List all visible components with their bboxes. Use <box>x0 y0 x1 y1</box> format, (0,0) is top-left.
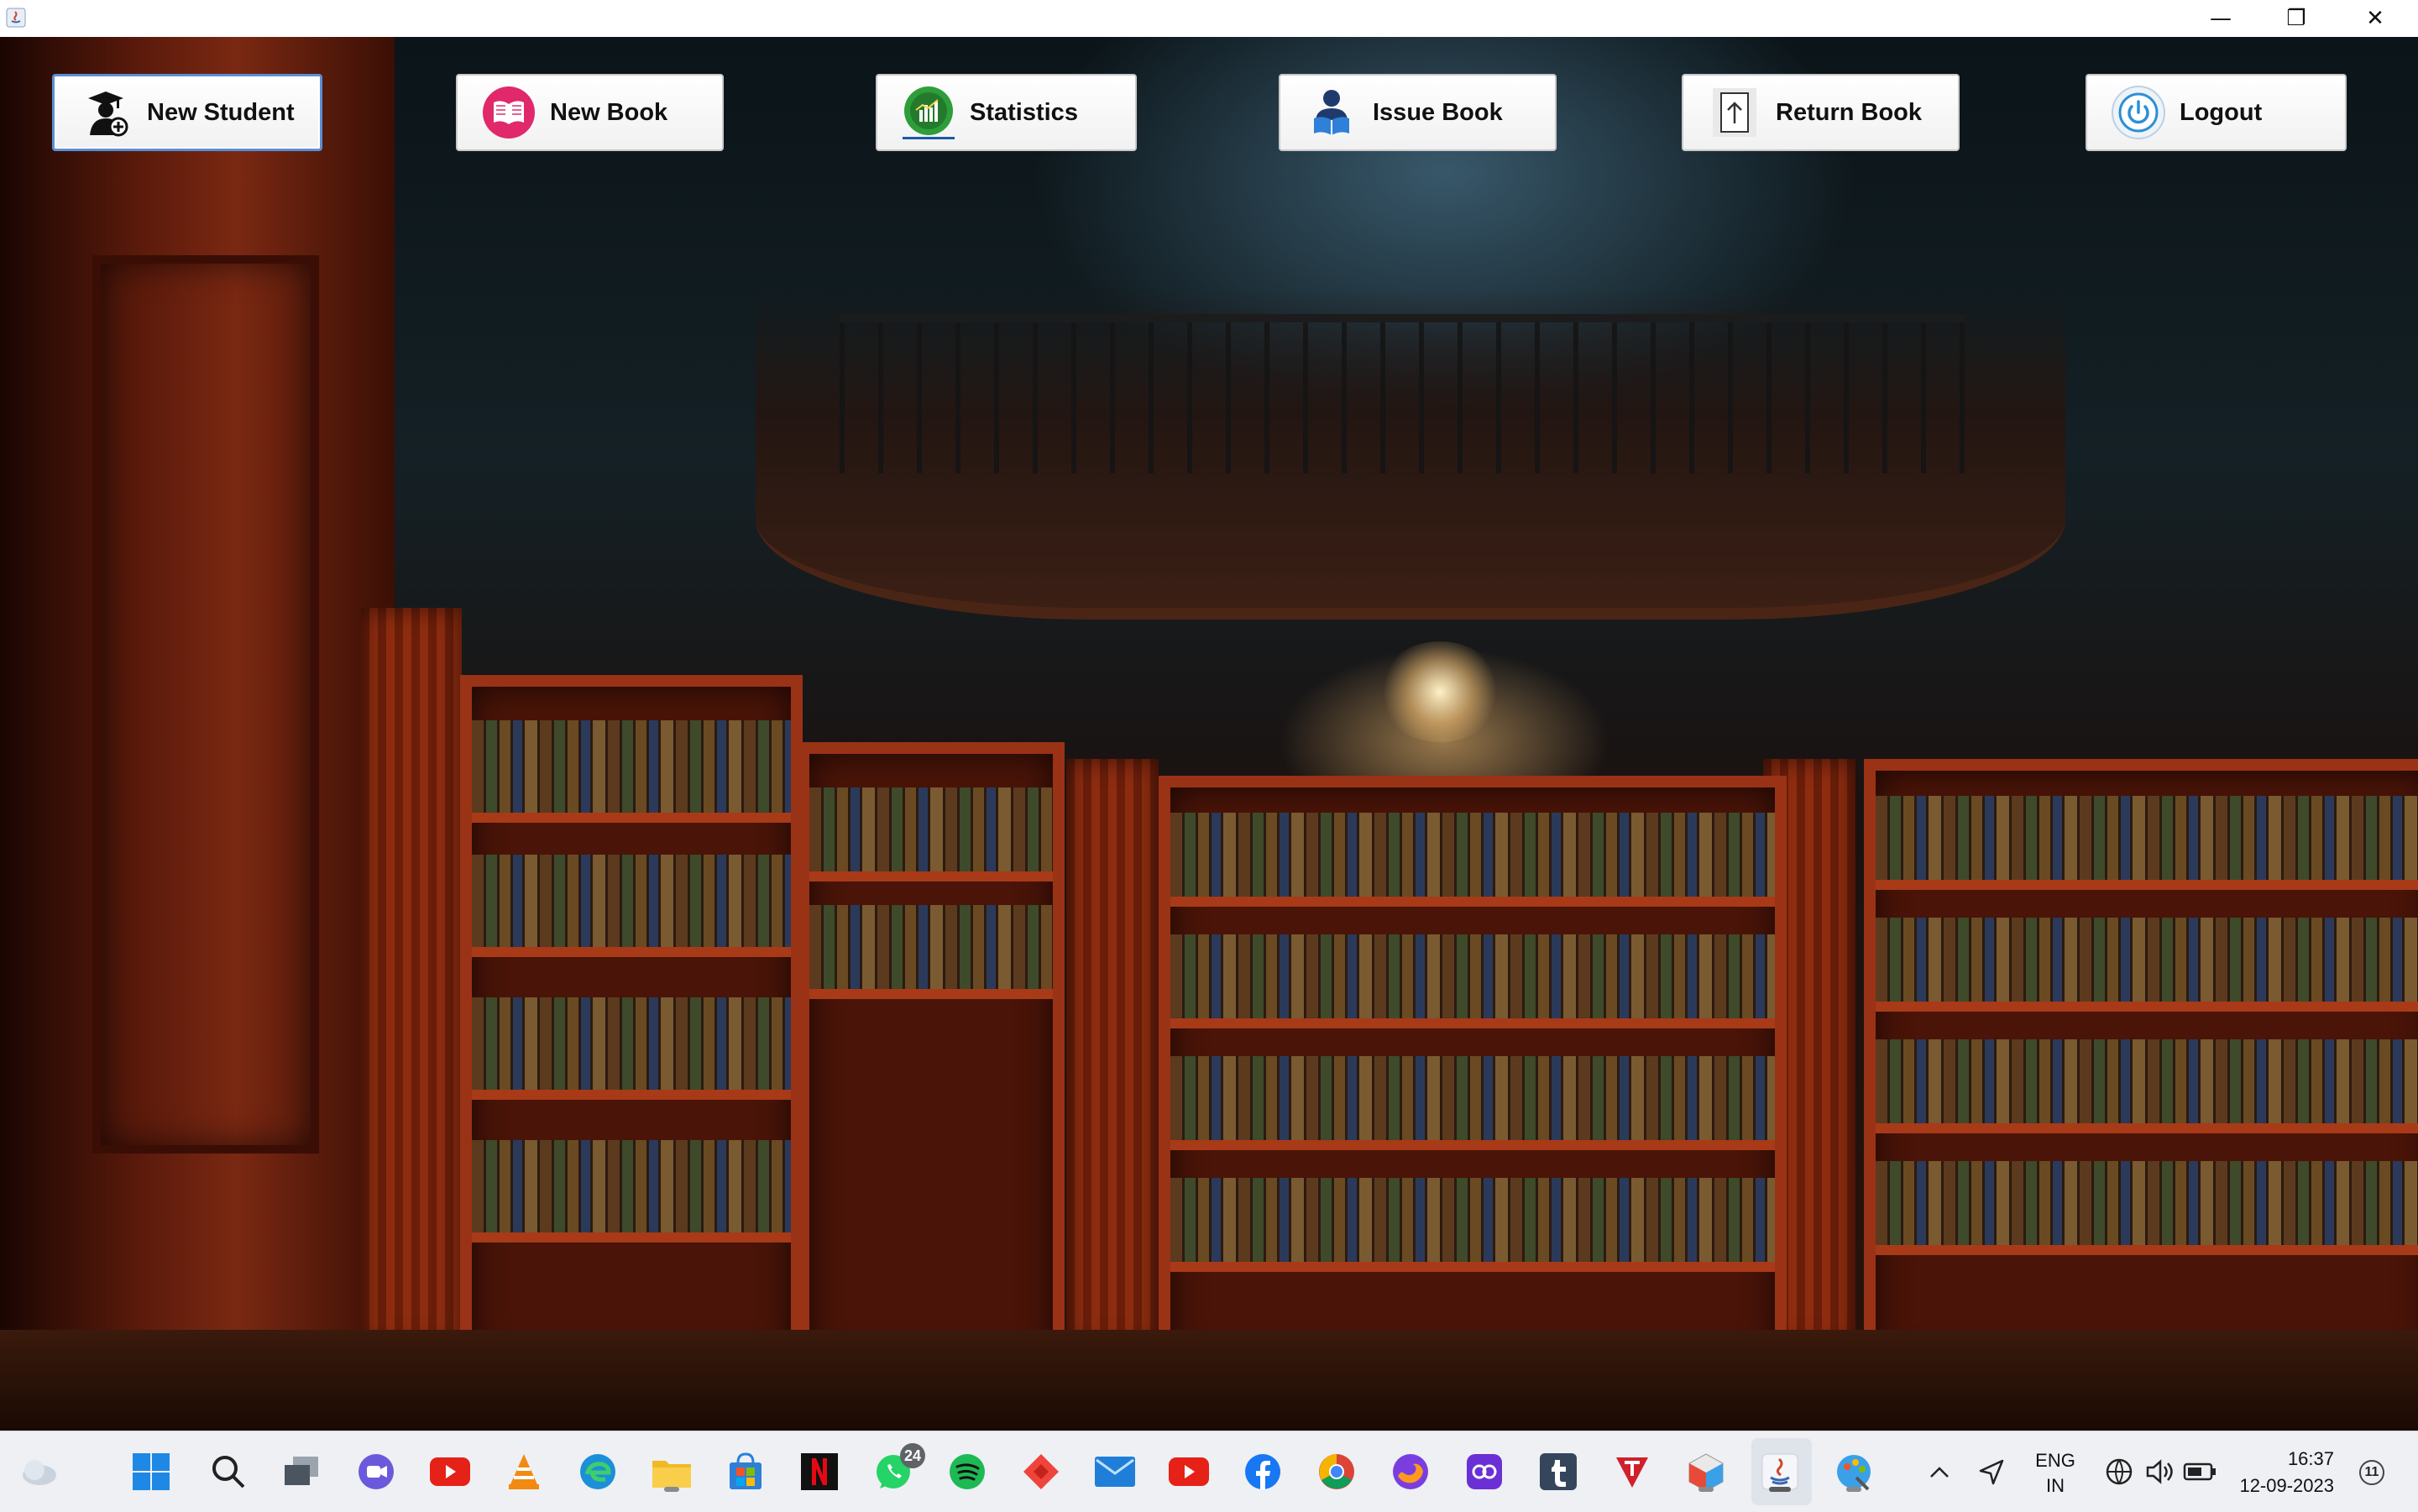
java-icon[interactable] <box>1756 1448 1803 1495</box>
language-indicator[interactable]: ENG <box>2030 1450 2080 1472</box>
whatsapp-badge: 24 <box>900 1443 925 1468</box>
cube-app-icon[interactable] <box>1683 1448 1730 1495</box>
chrome-icon[interactable] <box>1313 1448 1360 1495</box>
chevron-up-icon[interactable] <box>1916 1448 1963 1495</box>
close-button[interactable]: ✕ <box>2337 0 2413 37</box>
teams-chat-icon[interactable] <box>353 1448 400 1495</box>
statistics-button[interactable]: Statistics <box>876 74 1137 151</box>
language-region: IN <box>2046 1475 2065 1496</box>
issue-book-button[interactable]: Issue Book <box>1279 74 1557 151</box>
weather-icon[interactable] <box>15 1448 62 1495</box>
return-book-label: Return Book <box>1776 98 1922 126</box>
clock-date[interactable]: 12-09-2023 <box>2225 1475 2334 1497</box>
clock-time[interactable]: 16:37 <box>2225 1448 2334 1470</box>
taskbar: 24 ENG IN 16:37 12-09-2023 11 <box>0 1431 2418 1512</box>
battery-icon[interactable] <box>2176 1448 2223 1495</box>
search-icon[interactable] <box>205 1448 252 1495</box>
windows-start-icon[interactable] <box>128 1448 175 1495</box>
spotify-icon[interactable] <box>944 1448 991 1495</box>
wood-pillar <box>0 37 395 1431</box>
task-view-icon[interactable] <box>279 1448 326 1495</box>
balcony-railing <box>840 314 1965 473</box>
reader-icon <box>1304 85 1359 140</box>
new-student-label: New Student <box>147 98 295 126</box>
wood-column <box>361 608 462 1347</box>
wood-panel <box>92 255 319 1154</box>
anydesk-icon[interactable] <box>1018 1448 1065 1495</box>
tumblr-icon[interactable] <box>1535 1448 1582 1495</box>
firefox-icon[interactable] <box>1387 1448 1434 1495</box>
new-student-button[interactable]: New Student <box>52 74 322 151</box>
statistics-label: Statistics <box>970 98 1078 126</box>
whatsapp-icon[interactable]: 24 <box>870 1443 925 1495</box>
file-explorer-icon[interactable] <box>648 1448 695 1495</box>
library-background-image <box>0 37 2418 1431</box>
bookshelf-right <box>1864 759 2418 1370</box>
wood-column <box>1066 759 1159 1347</box>
ceiling-lamp <box>1377 641 1503 742</box>
restore-button[interactable]: ❐ <box>2258 0 2334 37</box>
java-app-icon <box>5 7 27 29</box>
edge-icon[interactable] <box>574 1448 621 1495</box>
book-icon <box>481 85 536 140</box>
return-book-button[interactable]: Return Book <box>1682 74 1960 151</box>
title-bar: — ❐ ✕ <box>0 0 2418 38</box>
library-app-window: — ❐ ✕ New Student New Book Statistics Is… <box>0 0 2418 1512</box>
notification-count-badge[interactable]: 11 <box>2359 1460 2384 1485</box>
bookshelf-left <box>460 675 803 1370</box>
floor <box>0 1330 2418 1431</box>
youtube-icon[interactable] <box>427 1448 474 1495</box>
bookshelf-left-inner <box>798 742 1065 1370</box>
power-icon <box>2111 85 2166 140</box>
facebook-icon[interactable] <box>1239 1448 1286 1495</box>
student-add-icon <box>78 85 133 140</box>
new-book-button[interactable]: New Book <box>456 74 724 151</box>
youtube-icon[interactable] <box>1165 1448 1212 1495</box>
issue-book-label: Issue Book <box>1373 98 1503 126</box>
new-book-label: New Book <box>550 98 668 126</box>
microsoft-store-icon[interactable] <box>722 1448 769 1495</box>
logout-button[interactable]: Logout <box>2086 74 2347 151</box>
vlc-icon[interactable] <box>500 1448 547 1495</box>
minimize-button[interactable]: — <box>2183 0 2258 37</box>
upload-file-icon <box>1707 85 1762 140</box>
netflix-icon[interactable] <box>796 1448 843 1495</box>
clipchamp-icon[interactable] <box>1461 1448 1508 1495</box>
paint-icon[interactable] <box>1830 1448 1877 1495</box>
location-icon[interactable] <box>1968 1448 2015 1495</box>
logout-label: Logout <box>2180 98 2263 126</box>
bookshelf-center <box>1159 776 1787 1370</box>
tubi-icon[interactable] <box>1609 1448 1656 1495</box>
mail-icon[interactable] <box>1091 1448 1138 1495</box>
statistics-icon <box>901 85 956 140</box>
